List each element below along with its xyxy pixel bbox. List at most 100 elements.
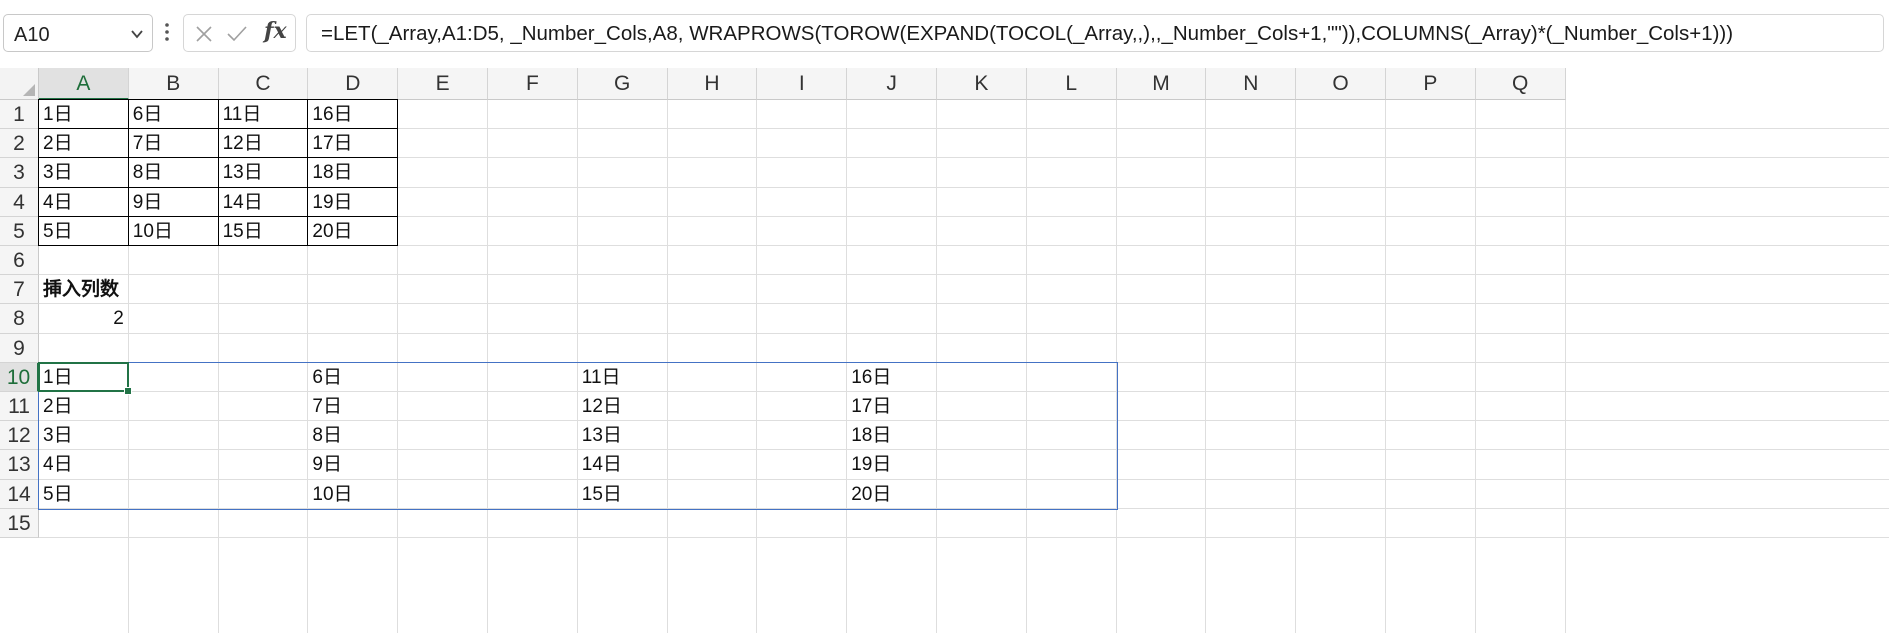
cell-a5[interactable]: 5日 [38,215,129,246]
cell-d13[interactable]: 9日 [308,450,398,479]
cell-a11[interactable]: 2日 [39,392,129,421]
fill-handle[interactable] [123,387,132,395]
cell-d3[interactable]: 18日 [307,157,399,188]
select-all-icon [23,84,35,96]
column-header-f[interactable]: F [488,68,578,100]
cell-b5[interactable]: 10日 [127,215,219,246]
column-header-l[interactable]: L [1026,68,1117,100]
gridline-horizontal [39,332,1889,334]
name-box-value[interactable]: A10 [14,24,50,47]
formula-input[interactable]: =LET(_Array,A1:D5, _Number_Cols,A8, WRAP… [306,14,1884,52]
formula-bar: A10 fx =LET(_Array,A1:D5, _Number_Cols,A… [0,0,1889,68]
worksheet-grid[interactable]: ABCDEFGHIJKLMNOPQ 1 2 3 4 5 6 7 8 9 10 11 12 13 14 15 … [0,68,1889,633]
cell-j12[interactable]: 18日 [847,421,937,450]
cell-c5[interactable]: 15日 [217,215,309,246]
gridline-vertical [1474,100,1476,633]
row-header-7[interactable]: 7 [0,275,39,305]
cell-d2[interactable]: 17日 [307,128,399,159]
cell-c3[interactable]: 13日 [217,157,309,188]
row-header-9[interactable]: 9 [0,333,39,363]
cell-g14[interactable]: 15日 [578,480,668,509]
name-box[interactable]: A10 [3,14,153,52]
cell-j11[interactable]: 17日 [847,392,937,421]
cell-a2[interactable]: 2日 [38,128,129,159]
cell-a13[interactable]: 4日 [39,450,129,479]
column-header-o[interactable]: O [1296,68,1386,100]
column-header-e[interactable]: E [398,68,488,100]
cell-d5[interactable]: 20日 [307,215,399,246]
row-header-4[interactable]: 4 [0,187,39,217]
gridline-vertical [1385,100,1386,633]
column-header-q[interactable]: Q [1475,68,1566,100]
column-header-c[interactable]: C [218,68,309,100]
cell-c4[interactable]: 14日 [217,186,309,217]
cell-j14[interactable]: 20日 [847,480,937,509]
cell-a3[interactable]: 3日 [38,157,129,188]
cell-b2[interactable]: 7日 [127,128,219,159]
cell-b3[interactable]: 8日 [127,157,219,188]
cell-a14[interactable]: 5日 [39,480,129,509]
cell-d14[interactable]: 10日 [308,480,398,509]
cell-j13[interactable]: 19日 [847,450,937,479]
column-header-i[interactable]: I [757,68,848,100]
gridline-horizontal [39,537,1889,538]
cell-b4[interactable]: 9日 [127,186,219,217]
cell-g12[interactable]: 13日 [578,421,668,450]
cell-g13[interactable]: 14日 [578,450,668,479]
column-header-h[interactable]: H [667,68,758,100]
cell-d12[interactable]: 8日 [308,421,398,450]
cell-b1[interactable]: 6日 [127,99,219,130]
row-header-6[interactable]: 6 [0,246,39,276]
column-header-b[interactable]: B [128,68,219,100]
row-header-3[interactable]: 3 [0,158,39,188]
cell-g10[interactable]: 11日 [578,363,668,392]
cell-a1[interactable]: 1日 [38,99,129,130]
cell-g11[interactable]: 12日 [578,392,668,421]
cell-a12[interactable]: 3日 [39,421,129,450]
row-header-12[interactable]: 12 [0,421,39,451]
formula-text[interactable]: =LET(_Array,A1:D5, _Number_Cols,A8, WRAP… [321,22,1733,46]
column-header-k[interactable]: K [937,68,1027,100]
gridline-vertical [487,100,488,633]
cell-a4[interactable]: 4日 [38,186,129,217]
insert-function-icon[interactable]: fx [264,18,287,44]
row-header-8[interactable]: 8 [0,304,39,334]
column-header-a[interactable]: A [39,68,129,100]
gridline-horizontal [39,303,1889,305]
select-all-corner[interactable] [0,68,39,100]
cell-a8[interactable]: 2 [39,304,129,333]
gridline-horizontal [39,274,1889,276]
row-header-5[interactable]: 5 [0,216,39,246]
column-header-d[interactable]: D [308,68,399,100]
column-header-g[interactable]: G [577,68,668,100]
row-header-13[interactable]: 13 [0,450,39,480]
gridline-vertical [1205,100,1207,633]
row-header-11[interactable]: 11 [0,392,39,422]
row-header-1[interactable]: 1 [0,100,39,130]
column-header-m[interactable]: M [1116,68,1207,100]
cell-c2[interactable]: 12日 [217,128,309,159]
row-header-2[interactable]: 2 [0,129,39,159]
column-header-p[interactable]: P [1386,68,1476,100]
gridline-vertical [1025,100,1027,633]
row-header-15[interactable]: 15 [0,508,39,538]
column-header-n[interactable]: N [1206,68,1297,100]
column-header-j[interactable]: J [847,68,937,100]
gridline-vertical [1564,100,1566,633]
cell-c1[interactable]: 11日 [217,99,309,130]
cell-d11[interactable]: 7日 [308,392,398,421]
gridline-vertical [1115,100,1117,633]
checkmark-icon[interactable] [226,24,248,44]
cell-d1[interactable]: 16日 [307,99,399,130]
cancel-icon[interactable] [194,24,214,44]
cell-d10[interactable]: 6日 [308,363,398,392]
cell-a7[interactable]: 挿入列数 [39,275,129,304]
row-header-14[interactable]: 14 [0,479,39,509]
row-header-10[interactable]: 10 [0,362,39,392]
gridline-vertical [1295,100,1297,633]
more-options-icon[interactable] [163,20,171,44]
cell-j10[interactable]: 16日 [847,363,937,392]
active-cell-border[interactable] [38,361,129,392]
cell-d4[interactable]: 19日 [307,186,399,217]
chevron-down-icon[interactable] [130,27,144,41]
